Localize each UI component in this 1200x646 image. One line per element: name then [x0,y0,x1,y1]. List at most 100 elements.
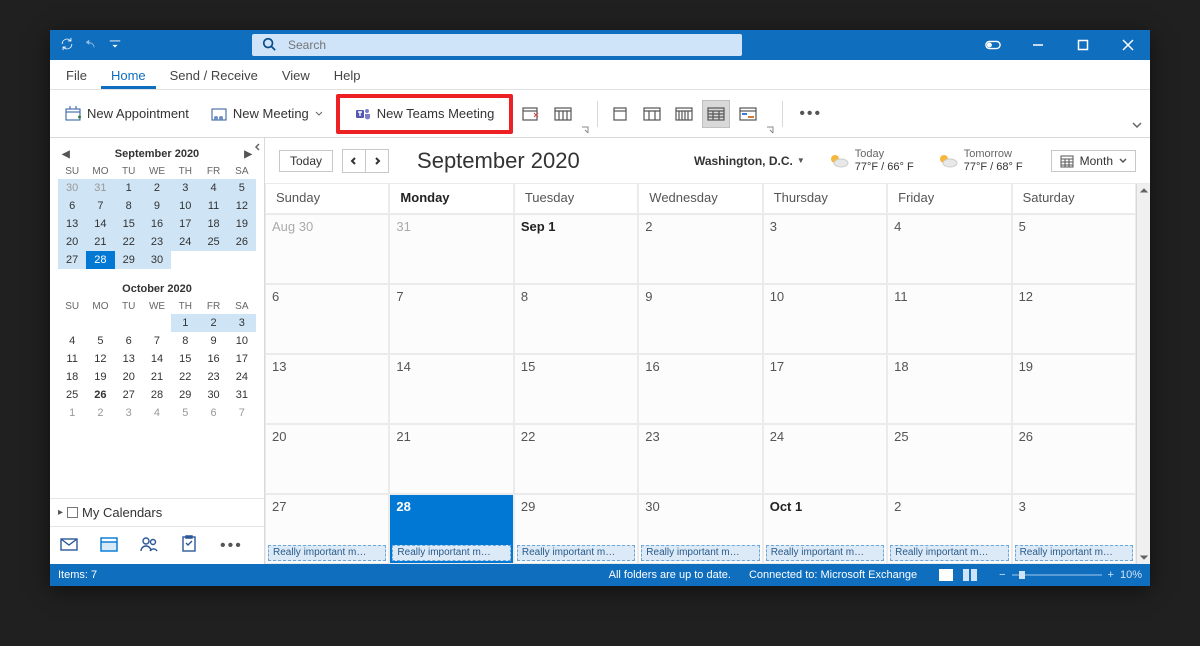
collapse-ribbon-icon[interactable] [1132,119,1142,133]
mini-cal-day[interactable]: 2 [199,314,227,332]
calendar-cell[interactable]: 21 [389,424,513,494]
next-7-days-icon[interactable] [549,100,577,128]
mini-cal-grid[interactable]: SUMOTUWETHFRSA30311234567891011121314151… [58,164,256,269]
calendar-cell[interactable]: 14 [389,354,513,424]
mini-cal-day[interactable]: 10 [171,197,199,215]
mini-cal-day[interactable]: 30 [58,179,86,197]
calendar-cell[interactable]: 31 [389,214,513,284]
calendar-cell[interactable]: Aug 30 [265,214,389,284]
mail-icon[interactable] [60,535,78,556]
minimize-button[interactable] [1015,30,1060,60]
mini-cal-day[interactable]: 24 [171,233,199,251]
mini-cal-day[interactable]: 4 [143,404,171,422]
mini-cal-day[interactable]: 20 [115,368,143,386]
mini-cal-day[interactable]: 25 [199,233,227,251]
calendar-cell[interactable]: Oct 1Really important m… [763,494,887,564]
mini-cal-day[interactable]: 29 [115,251,143,269]
calendar-cell[interactable]: 2Really important m… [887,494,1011,564]
zoom-slider[interactable]: − + 10% [999,569,1142,581]
reading-view-icon[interactable] [959,567,981,583]
zoom-track[interactable] [1012,574,1102,576]
mini-cal-day[interactable]: 8 [171,332,199,350]
mini-cal-day[interactable]: 2 [143,179,171,197]
people-icon[interactable] [140,535,158,556]
work-week-view-icon[interactable] [638,100,666,128]
mini-cal-day[interactable]: 3 [171,179,199,197]
calendar-icon[interactable] [100,535,118,556]
today-view-icon[interactable] [517,100,545,128]
calendar-cell[interactable]: 28Really important m… [389,494,513,564]
mini-cal-day[interactable]: 15 [171,350,199,368]
qat-customize-icon[interactable] [108,37,122,54]
calendar-cell[interactable]: 18 [887,354,1011,424]
mini-cal-day[interactable]: 7 [143,332,171,350]
calendar-event[interactable]: Really important m… [392,545,510,561]
mini-cal-day[interactable]: 10 [228,332,256,350]
calendar-cell[interactable]: 5 [1012,214,1136,284]
mini-cal-day[interactable]: 19 [86,368,114,386]
mini-cal-day[interactable]: 17 [228,350,256,368]
mini-cal-day[interactable]: 5 [171,404,199,422]
search-box[interactable] [252,34,742,56]
mini-cal-day[interactable]: 1 [115,179,143,197]
calendar-cell[interactable]: 22 [514,424,638,494]
mini-cal-day[interactable]: 29 [171,386,199,404]
calendar-cell[interactable]: 30Really important m… [638,494,762,564]
tab-send-receive[interactable]: Send / Receive [160,63,268,89]
tasks-icon[interactable] [180,535,198,556]
mini-cal-day[interactable]: 12 [228,197,256,215]
mini-cal-day[interactable]: 16 [143,215,171,233]
calendar-cell[interactable]: 10 [763,284,887,354]
my-calendars-header[interactable]: ▸ My Calendars [50,498,264,526]
prev-period-button[interactable] [342,149,366,173]
mini-cal-day[interactable]: 3 [115,404,143,422]
mini-cal-day[interactable]: 22 [171,368,199,386]
mini-cal-day[interactable]: 30 [199,386,227,404]
calendar-cell[interactable]: 7 [389,284,513,354]
mini-cal-grid[interactable]: SUMOTUWETHFRSA12345678910111213141516171… [58,299,256,422]
calendar-cell[interactable]: 2 [638,214,762,284]
calendar-grid[interactable]: SundayMondayTuesdayWednesdayThursdayFrid… [265,184,1136,564]
mini-cal-day[interactable]: 26 [228,233,256,251]
calendar-cell[interactable]: 9 [638,284,762,354]
week-view-icon[interactable] [670,100,698,128]
mini-cal-day[interactable]: 1 [58,404,86,422]
mini-cal-day[interactable]: 7 [86,197,114,215]
day-view-icon[interactable] [606,100,634,128]
calendar-cell[interactable]: 19 [1012,354,1136,424]
calendar-cell[interactable]: 3 [763,214,887,284]
mini-cal-day[interactable]: 7 [228,404,256,422]
weather-today[interactable]: Today 77°F / 66° F [827,148,914,172]
close-button[interactable] [1105,30,1150,60]
tab-home[interactable]: Home [101,63,156,89]
new-meeting-button[interactable]: New Meeting [202,99,332,129]
coming-soon-toggle[interactable] [970,30,1015,60]
calendar-cell[interactable]: 16 [638,354,762,424]
tab-help[interactable]: Help [324,63,371,89]
mini-cal-day[interactable]: 8 [115,197,143,215]
mini-cal-day[interactable]: 12 [86,350,114,368]
mini-cal-day[interactable]: 17 [171,215,199,233]
mini-cal-day[interactable]: 13 [115,350,143,368]
calendar-cell[interactable]: Sep 1 [514,214,638,284]
calendar-event[interactable]: Really important m… [890,545,1008,561]
mini-cal-day[interactable]: 5 [86,332,114,350]
undo-icon[interactable] [84,37,98,54]
mini-cal-day[interactable]: 6 [58,197,86,215]
calendar-event[interactable]: Really important m… [517,545,635,561]
prev-month-icon[interactable]: ◀ [62,149,70,160]
mini-cal-day[interactable]: 1 [171,314,199,332]
scroll-up-icon[interactable] [1137,184,1150,198]
mini-cal-day[interactable]: 14 [86,215,114,233]
calendar-cell[interactable]: 20 [265,424,389,494]
mini-cal-day[interactable]: 6 [199,404,227,422]
calendar-cell[interactable]: 26 [1012,424,1136,494]
mini-cal-day[interactable]: 11 [199,197,227,215]
tab-view[interactable]: View [272,63,320,89]
view-selector[interactable]: Month [1051,150,1136,172]
calendar-cell[interactable]: 4 [887,214,1011,284]
mini-cal-day[interactable]: 5 [228,179,256,197]
next-period-button[interactable] [365,149,389,173]
mini-cal-day[interactable]: 18 [58,368,86,386]
zoom-in-icon[interactable]: + [1108,569,1114,581]
